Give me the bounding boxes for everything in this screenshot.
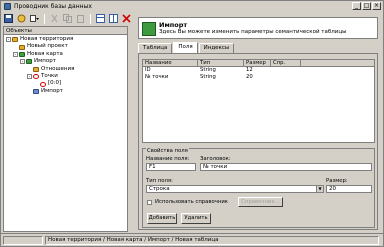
- field-type-value: Строка: [149, 186, 170, 192]
- delete-button[interactable]: Удалить: [181, 213, 211, 224]
- app-window: Проводник базы данных _ □ × Объекты - Но…: [0, 0, 384, 247]
- close-button[interactable]: ×: [372, 2, 381, 10]
- tree-node[interactable]: - Точки: [4, 73, 127, 80]
- field-name-input[interactable]: F1: [146, 163, 196, 171]
- tool1-icon[interactable]: [95, 13, 106, 24]
- new-icon[interactable]: [16, 13, 27, 24]
- header-banner: Импорт Здесь Вы можете изменить параметр…: [138, 17, 378, 39]
- use-reference-label: Использовать справочник: [155, 199, 228, 205]
- tree-expander[interactable]: -: [13, 51, 18, 57]
- cell-type: String: [200, 66, 216, 73]
- properties-panel: Импорт Здесь Вы можете изменить параметр…: [132, 15, 382, 232]
- use-reference-checkbox[interactable]: [147, 200, 152, 205]
- new-dropdown-icon[interactable]: [29, 13, 40, 24]
- tree-expander[interactable]: -: [27, 74, 32, 80]
- delete-icon[interactable]: [121, 13, 132, 24]
- tree-node[interactable]: - Новая карта: [4, 51, 127, 58]
- cell-size: 20: [246, 73, 253, 80]
- tbl-icon: [33, 88, 39, 94]
- field-name-label: Название поля:: [146, 156, 190, 162]
- status-bar: Новая территория / Новая карта / Импорт …: [1, 233, 383, 246]
- table-icon: [142, 22, 156, 36]
- field-type-label: Тип поля:: [146, 178, 173, 184]
- column-header-ref[interactable]: Спр.: [271, 60, 301, 66]
- tree-node[interactable]: [0:0]: [4, 80, 127, 87]
- cell-ref: [271, 74, 301, 81]
- table-row[interactable]: ID String 12: [143, 67, 374, 74]
- toolbar-separator: [44, 13, 45, 24]
- pt-icon: [40, 81, 46, 87]
- cell-ref: [271, 67, 301, 74]
- reference-button[interactable]: Справочник...: [238, 197, 283, 207]
- tree-expander[interactable]: -: [6, 37, 11, 43]
- tree-expander[interactable]: -: [20, 59, 25, 65]
- field-properties-legend: Свойства поля: [146, 148, 189, 154]
- status-path: Новая территория / Новая карта / Импорт …: [45, 236, 379, 245]
- object-tree-header: Объекты: [4, 27, 127, 35]
- tab-fields[interactable]: Поля: [173, 42, 198, 53]
- column-header-type[interactable]: Тип: [198, 60, 244, 66]
- cell-type: String: [200, 73, 216, 80]
- size-input[interactable]: 20: [326, 185, 372, 193]
- column-header-name[interactable]: Название: [143, 60, 198, 66]
- cell-size: 12: [246, 66, 253, 73]
- copy-icon[interactable]: [62, 13, 73, 24]
- table-row[interactable]: № точки String 20: [143, 74, 374, 81]
- tab-indexes[interactable]: Индексы: [198, 43, 235, 53]
- window-title: Проводник базы данных: [14, 2, 92, 10]
- cell-name: ID: [145, 66, 151, 73]
- map-icon: [26, 59, 32, 65]
- status-panel-empty: [3, 236, 43, 245]
- cell-name: № точки: [145, 73, 169, 80]
- cut-icon[interactable]: [49, 13, 60, 24]
- tree-node[interactable]: - Импорт: [4, 58, 127, 65]
- caption-input[interactable]: № точки: [200, 163, 372, 171]
- proj-icon: [33, 66, 39, 72]
- tree-node-label: [0:0]: [48, 80, 62, 87]
- title-bar: Проводник базы данных _ □ ×: [1, 1, 383, 11]
- column-header-size[interactable]: Размер: [244, 60, 271, 66]
- fields-grid[interactable]: Название Тип Размер Спр. ID String 12 № …: [142, 59, 375, 143]
- banner-subtitle: Здесь Вы можете изменить параметры семан…: [159, 29, 347, 35]
- object-tree-panel: Объекты - Новая территория Новый проект - Но…: [3, 26, 128, 232]
- tab-strip: Таблица Поля Индексы: [138, 42, 235, 53]
- toolbar-separator: [90, 13, 91, 24]
- object-tree[interactable]: - Новая территория Новый проект - Новая карт…: [4, 35, 127, 95]
- tree-node[interactable]: Новый проект: [4, 43, 127, 50]
- caption-label: Заголовок:: [200, 156, 231, 162]
- tool2-icon[interactable]: [108, 13, 119, 24]
- add-button[interactable]: Добавить: [147, 213, 177, 224]
- tab-table[interactable]: Таблица: [138, 43, 173, 53]
- tree-node[interactable]: Отношения: [4, 66, 127, 73]
- minimize-button[interactable]: _: [352, 2, 361, 10]
- banner-title: Импорт: [159, 21, 188, 29]
- tree-node-label: Новый проект: [27, 43, 68, 50]
- chevron-down-icon[interactable]: ▼: [316, 186, 323, 192]
- paste-icon[interactable]: [75, 13, 86, 24]
- tree-node-label: Отношения: [41, 65, 75, 72]
- app-icon: [4, 2, 11, 10]
- grid-header: Название Тип Размер Спр.: [143, 60, 374, 67]
- tree-node[interactable]: Импорт: [4, 88, 127, 95]
- map-icon: [19, 51, 25, 57]
- tree-node-label: Импорт: [41, 87, 63, 94]
- proj-icon: [19, 44, 25, 50]
- tree-node-label: Импорт: [34, 58, 56, 65]
- save-icon[interactable]: [3, 13, 14, 24]
- tree-node-label: Точки: [41, 72, 58, 79]
- tree-node-label: Новая карта: [27, 50, 63, 57]
- territory-icon: [12, 37, 18, 43]
- pt-icon: [33, 74, 39, 80]
- field-type-select[interactable]: Строка ▼: [146, 185, 324, 193]
- field-properties-group: Свойства поля Название поля: F1 Заголово…: [142, 148, 375, 228]
- size-label: Размер:: [326, 178, 348, 184]
- maximize-button[interactable]: □: [362, 2, 371, 10]
- fields-tab-body: Название Тип Размер Спр. ID String 12 № …: [138, 53, 378, 230]
